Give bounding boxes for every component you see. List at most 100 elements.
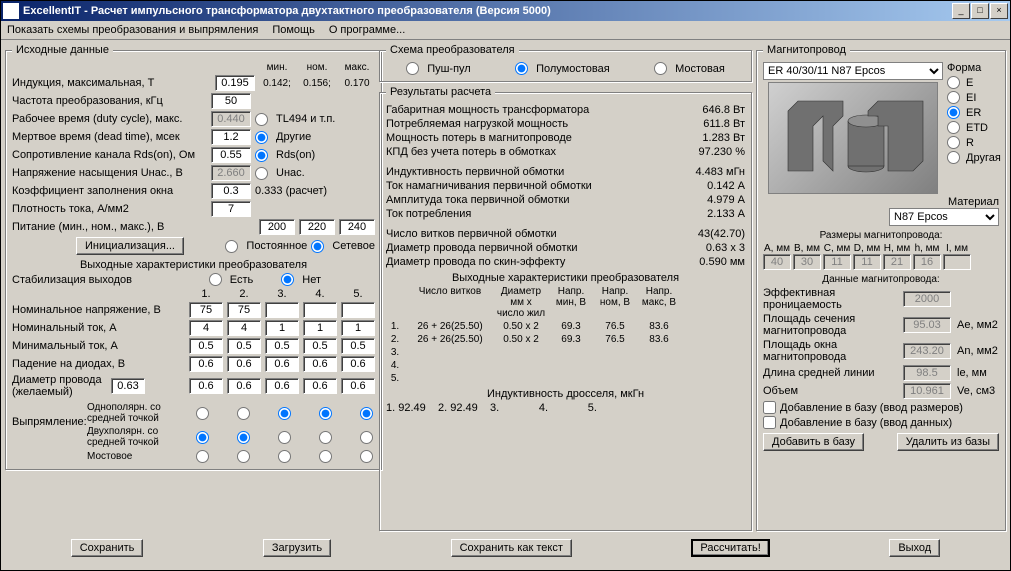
core-image (768, 82, 938, 194)
shape-R[interactable] (947, 136, 960, 149)
diam-2[interactable] (227, 378, 261, 394)
rect3-4[interactable] (319, 450, 332, 463)
radio-dc[interactable] (225, 240, 238, 253)
nomI-5[interactable] (341, 320, 375, 336)
nomI-4[interactable] (303, 320, 337, 336)
diam-main[interactable] (111, 378, 145, 394)
radio-pushpull[interactable] (406, 62, 419, 75)
calc-button[interactable]: Рассчитать! (691, 539, 769, 557)
radio-stab-yes[interactable] (209, 273, 222, 286)
nomV-5[interactable] (341, 302, 375, 318)
window-title: ExcellentIT - Расчет импульсного трансфо… (23, 5, 952, 17)
load-button[interactable]: Загрузить (263, 539, 331, 557)
radio-halfbridge[interactable] (515, 62, 528, 75)
rds-input[interactable] (211, 147, 251, 163)
rect1-4[interactable] (319, 407, 332, 420)
diam-1[interactable] (189, 378, 223, 394)
shape-ETD[interactable] (947, 121, 960, 134)
radio-fullbridge[interactable] (654, 62, 667, 75)
rect3-1[interactable] (196, 450, 209, 463)
diam-3[interactable] (265, 378, 299, 394)
drop-2[interactable] (227, 356, 261, 372)
rect3-3[interactable] (278, 450, 291, 463)
drop-4[interactable] (303, 356, 337, 372)
dim-I (943, 254, 971, 270)
shape-E[interactable] (947, 76, 960, 89)
radio-other[interactable] (255, 131, 268, 144)
menu-help[interactable]: Помощь (272, 24, 315, 36)
nomV-4[interactable] (303, 302, 337, 318)
menu-about[interactable]: О программе... (329, 24, 405, 36)
output-table: Число витковДиаметр мм х число жилНапр. … (386, 286, 745, 384)
kfill-input[interactable] (211, 183, 251, 199)
menubar: Показать схемы преобразования и выпрямле… (1, 21, 1010, 40)
material-select[interactable]: N87 Epcos (889, 208, 999, 226)
An-val (903, 343, 951, 359)
minI-1[interactable] (189, 338, 223, 354)
rect1-5[interactable] (360, 407, 373, 420)
dim-A (763, 254, 791, 270)
induction-input[interactable] (215, 75, 255, 91)
core-select[interactable]: ER 40/30/11 N87 Epcos (763, 62, 943, 80)
maximize-button[interactable]: □ (971, 3, 989, 19)
minI-2[interactable] (227, 338, 261, 354)
supply-nom[interactable] (299, 219, 335, 235)
drop-3[interactable] (265, 356, 299, 372)
minimize-button[interactable]: _ (952, 3, 970, 19)
freq-input[interactable] (211, 93, 251, 109)
radio-ac[interactable] (311, 240, 324, 253)
dim-B (793, 254, 821, 270)
input-data-legend: Исходные данные (12, 44, 113, 56)
jdens-input[interactable] (211, 201, 251, 217)
shape-ER[interactable] (947, 106, 960, 119)
nomV-1[interactable] (189, 302, 223, 318)
minI-5[interactable] (341, 338, 375, 354)
footer-buttons: Сохранить Загрузить Сохранить как текст … (1, 533, 1010, 563)
rect1-2[interactable] (237, 407, 250, 420)
minI-3[interactable] (265, 338, 299, 354)
menu-schemes[interactable]: Показать схемы преобразования и выпрямле… (7, 24, 258, 36)
minI-4[interactable] (303, 338, 337, 354)
rect2-4[interactable] (319, 431, 332, 444)
drop-5[interactable] (341, 356, 375, 372)
shape-EI[interactable] (947, 91, 960, 104)
titlebar[interactable]: ExcellentIT - Расчет импульсного трансфо… (1, 1, 1010, 21)
radio-tl494[interactable] (255, 113, 268, 126)
nomI-2[interactable] (227, 320, 261, 336)
rect2-1[interactable] (196, 431, 209, 444)
init-button[interactable]: Инициализация... (76, 237, 184, 255)
supply-max[interactable] (339, 219, 375, 235)
del-db-button[interactable]: Удалить из базы (897, 433, 999, 451)
dead-input[interactable] (211, 129, 251, 145)
save-text-button[interactable]: Сохранить как текст (451, 539, 572, 557)
chk-add-data[interactable] (763, 416, 776, 429)
nomI-1[interactable] (189, 320, 223, 336)
diam-4[interactable] (303, 378, 337, 394)
rect2-2[interactable] (237, 431, 250, 444)
shape-other[interactable] (947, 151, 960, 164)
chk-add-dims[interactable] (763, 401, 776, 414)
drop-1[interactable] (189, 356, 223, 372)
induction-label: Индукция, максимальная, Т (12, 77, 211, 89)
diam-5[interactable] (341, 378, 375, 394)
nomV-3[interactable] (265, 302, 299, 318)
nomI-3[interactable] (265, 320, 299, 336)
usat-input (211, 165, 251, 181)
close-button[interactable]: × (990, 3, 1008, 19)
dim-D (853, 254, 881, 270)
add-db-button[interactable]: Добавить в базу (763, 433, 864, 451)
rect3-2[interactable] (237, 450, 250, 463)
core-group: Магнитопровод ER 40/30/11 N87 Epcos (756, 44, 1006, 531)
rect1-1[interactable] (196, 407, 209, 420)
radio-unas[interactable] (255, 167, 268, 180)
rect3-5[interactable] (360, 450, 373, 463)
rect2-3[interactable] (278, 431, 291, 444)
radio-stab-no[interactable] (281, 273, 294, 286)
exit-button[interactable]: Выход (889, 539, 940, 557)
rect2-5[interactable] (360, 431, 373, 444)
supply-min[interactable] (259, 219, 295, 235)
rect1-3[interactable] (278, 407, 291, 420)
save-button[interactable]: Сохранить (71, 539, 144, 557)
radio-rdson[interactable] (255, 149, 268, 162)
nomV-2[interactable] (227, 302, 261, 318)
